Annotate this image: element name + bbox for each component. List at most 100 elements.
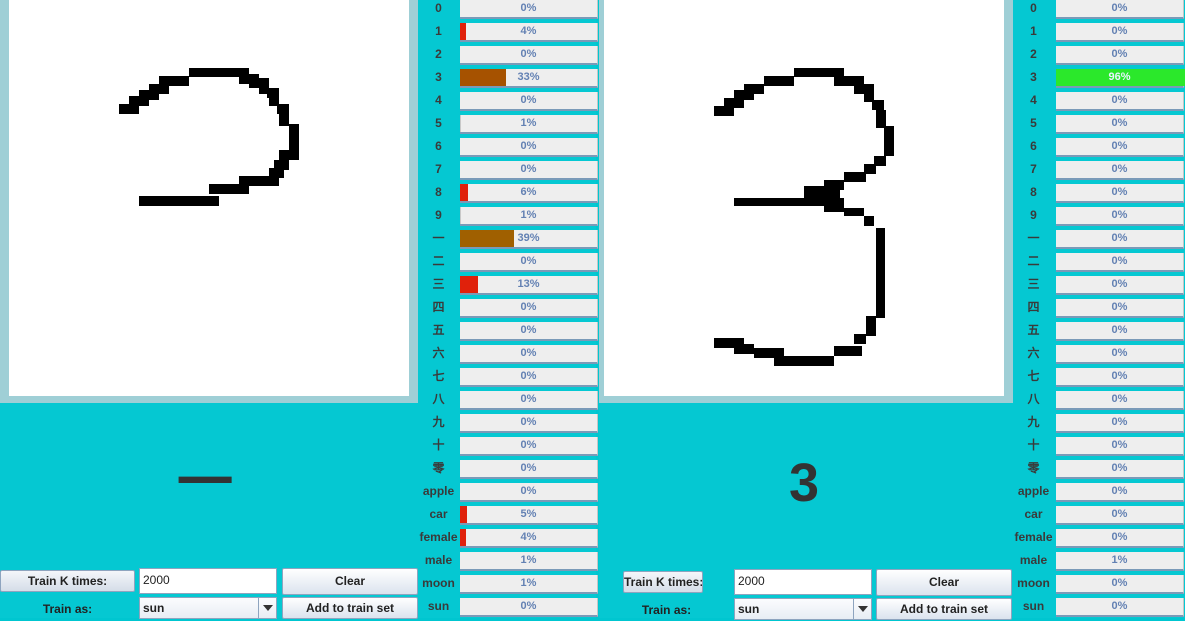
score-bar: 0%: [460, 46, 598, 65]
score-percent: 0%: [1111, 600, 1128, 612]
train-k-times-input[interactable]: 2000: [734, 569, 872, 595]
score-bar: 0%: [1056, 184, 1184, 203]
score-percent: 0%: [520, 324, 537, 336]
class-label: 三: [432, 277, 445, 291]
score-percent: 0%: [520, 163, 537, 175]
score-percent: 0%: [520, 347, 537, 359]
class-label: 零: [1027, 461, 1040, 475]
score-bar: 0%: [1056, 161, 1184, 180]
score-percent: 0%: [1111, 370, 1128, 382]
score-percent: 0%: [1111, 209, 1128, 221]
score-row: 0%: [1055, 230, 1185, 253]
add-to-train-set-button[interactable]: Add to train set: [876, 598, 1012, 620]
score-row: 1%: [1055, 552, 1185, 575]
score-row: 0%: [1055, 506, 1185, 529]
class-label: 0: [1030, 1, 1037, 15]
score-bar: 0%: [1056, 598, 1184, 617]
class-label: 四: [1027, 300, 1040, 314]
score-row: 0%: [459, 161, 599, 184]
score-row: 0%: [459, 483, 599, 506]
score-bar-column: 0% 4% 0% 33% 0% 1% 0% 0% 6% 1% 39% 0% 13% 0% 0% 0% 0% 0% 0…: [459, 0, 599, 621]
train-as-select[interactable]: sun: [734, 598, 872, 620]
score-bar: 0%: [460, 598, 598, 617]
score-percent: 0%: [1111, 94, 1128, 106]
score-row: 39%: [459, 230, 599, 253]
score-bar: 0%: [1056, 529, 1184, 548]
class-label: apple: [422, 484, 455, 498]
score-row: 0%: [459, 299, 599, 322]
score-percent: 0%: [1111, 508, 1128, 520]
clear-button[interactable]: Clear: [282, 568, 418, 595]
score-bar: 0%: [460, 0, 598, 19]
score-percent: 0%: [1111, 117, 1128, 129]
class-label: 十: [1027, 438, 1040, 452]
chevron-down-icon[interactable]: [853, 599, 871, 619]
score-percent: 4%: [520, 25, 537, 37]
class-label: 1: [435, 24, 442, 38]
drawing-canvas[interactable]: [604, 0, 1004, 396]
score-percent: 0%: [520, 301, 537, 313]
score-percent: 96%: [1108, 71, 1131, 83]
class-label: 五: [1027, 323, 1040, 337]
clear-button[interactable]: Clear: [876, 569, 1012, 596]
chevron-down-icon[interactable]: [258, 598, 276, 618]
score-bar: 5%: [460, 506, 598, 525]
class-label: female: [419, 530, 458, 544]
score-bar: 0%: [1056, 414, 1184, 433]
score-percent: 0%: [1111, 232, 1128, 244]
class-label: 0: [435, 1, 442, 15]
score-bar: 0%: [1056, 207, 1184, 226]
score-row: 13%: [459, 276, 599, 299]
add-to-train-set-button[interactable]: Add to train set: [282, 597, 418, 619]
score-row: 0%: [1055, 207, 1185, 230]
class-label: 7: [435, 162, 442, 176]
class-label: male: [1019, 553, 1048, 567]
score-bar: 0%: [1056, 345, 1184, 364]
score-bar: 0%: [1056, 460, 1184, 479]
score-bar: 0%: [1056, 368, 1184, 387]
class-label: 6: [435, 139, 442, 153]
drawing-canvas[interactable]: [9, 0, 409, 396]
score-bar: 0%: [460, 161, 598, 180]
score-row: 0%: [1055, 253, 1185, 276]
score-percent: 13%: [517, 278, 540, 290]
train-as-label: Train as:: [42, 602, 93, 616]
class-label: 八: [432, 392, 445, 406]
score-row: 0%: [459, 368, 599, 391]
score-bar: 0%: [460, 253, 598, 272]
score-percent: 0%: [520, 439, 537, 451]
score-bar: 0%: [460, 299, 598, 318]
score-percent: 5%: [520, 508, 537, 520]
score-percent: 1%: [520, 117, 537, 129]
training-controls: Train K times: 2000 Clear Train as: sun …: [599, 566, 1019, 620]
class-label: 五: [432, 323, 445, 337]
class-label: 5: [435, 116, 442, 130]
score-bar: 1%: [1056, 552, 1184, 571]
train-as-select[interactable]: sun: [139, 597, 277, 619]
score-percent: 0%: [1111, 324, 1128, 336]
training-controls: Train K times: 2000 Clear Train as: sun …: [0, 566, 420, 619]
score-percent: 0%: [1111, 577, 1128, 589]
score-row: 0%: [1055, 46, 1185, 69]
score-row: 0%: [1055, 414, 1185, 437]
score-row: 0%: [1055, 483, 1185, 506]
train-k-times-button[interactable]: Train K times:: [623, 571, 703, 593]
score-bar: 0%: [460, 414, 598, 433]
train-as-selected-value: sun: [143, 601, 165, 615]
score-percent: 0%: [1111, 25, 1128, 37]
class-label: 4: [1030, 93, 1037, 107]
score-percent: 0%: [1111, 278, 1128, 290]
score-percent: 6%: [520, 186, 537, 198]
score-percent: 33%: [517, 71, 540, 83]
score-row: 6%: [459, 184, 599, 207]
train-k-times-button[interactable]: Train K times:: [0, 570, 135, 592]
score-row: 0%: [459, 46, 599, 69]
score-row: 96%: [1055, 69, 1185, 92]
class-label: moon: [1017, 576, 1050, 590]
train-k-times-input[interactable]: 2000: [139, 568, 277, 594]
score-row: 1%: [459, 115, 599, 138]
score-row: 1%: [459, 575, 599, 598]
class-label: 3: [435, 70, 442, 84]
class-label: moon: [422, 576, 455, 590]
score-percent: 39%: [517, 232, 540, 244]
